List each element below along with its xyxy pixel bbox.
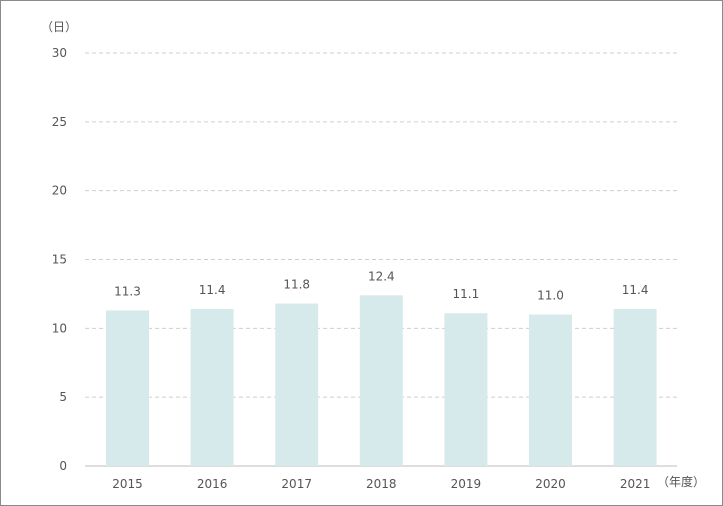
y-tick-label: 0 xyxy=(59,459,67,473)
y-tick-label: 5 xyxy=(59,390,67,404)
chart-frame: 0 5 10 15 20 25 30 11.3 2015 11.4 2016 11.8 2017 12.4… xyxy=(0,0,723,506)
value-label: 11.3 xyxy=(114,284,141,298)
value-label: 11.8 xyxy=(283,278,310,292)
x-tick-label: 2018 xyxy=(366,477,397,491)
bar-chart: 0 5 10 15 20 25 30 11.3 2015 11.4 2016 11.8 2017 12.4… xyxy=(41,20,705,491)
x-tick-label: 2016 xyxy=(197,477,228,491)
y-tick-label: 25 xyxy=(52,115,67,129)
x-tick-label: 2019 xyxy=(451,477,482,491)
y-tick-label: 10 xyxy=(52,321,67,335)
value-label: 12.4 xyxy=(368,269,395,283)
bar xyxy=(275,303,319,466)
y-tick-label: 20 xyxy=(52,184,67,198)
bar xyxy=(106,310,149,466)
bar xyxy=(613,309,657,466)
value-label: 11.0 xyxy=(537,289,564,303)
y-axis-unit: （日） xyxy=(41,20,77,34)
bar xyxy=(529,314,572,466)
value-label: 11.4 xyxy=(622,283,649,297)
x-axis-unit: （年度） xyxy=(657,474,705,489)
bar xyxy=(190,309,234,466)
value-label: 11.1 xyxy=(453,287,480,301)
x-tick-label: 2021 xyxy=(620,477,651,491)
x-tick-label: 2015 xyxy=(112,477,143,491)
bar xyxy=(359,295,403,466)
x-tick-label: 2017 xyxy=(281,477,312,491)
bar xyxy=(444,313,488,466)
y-tick-label: 15 xyxy=(52,253,67,267)
x-tick-label: 2020 xyxy=(535,477,566,491)
bar-layer xyxy=(106,295,657,466)
value-label: 11.4 xyxy=(199,283,226,297)
y-tick-label: 30 xyxy=(52,46,67,60)
